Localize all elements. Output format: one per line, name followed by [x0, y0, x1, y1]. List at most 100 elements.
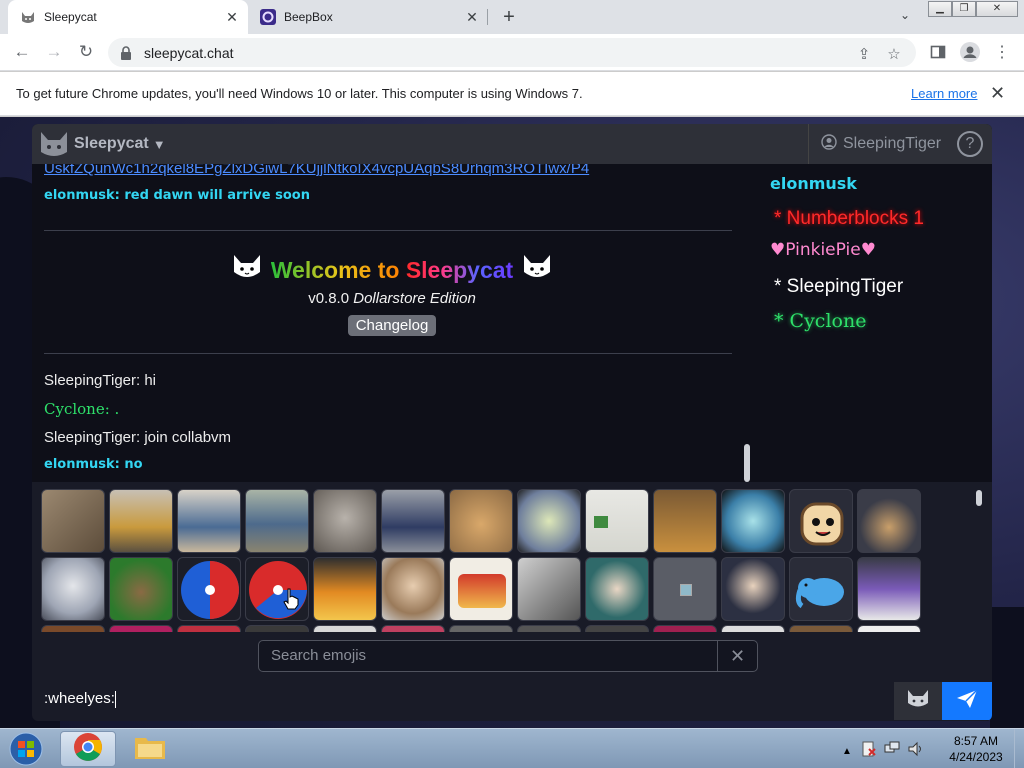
current-user[interactable]: SleepingTiger — [808, 124, 953, 164]
chat-link[interactable]: UskfZQunWc1h2qkel8EPgZlxDGiwL7KUjjlNtkoI… — [44, 164, 589, 177]
chat-scrollbar[interactable] — [744, 444, 750, 482]
share-icon[interactable]: ⇪ — [854, 44, 874, 64]
emoji-item[interactable] — [585, 557, 649, 621]
emoji-item[interactable] — [517, 489, 581, 553]
restore-icon[interactable]: ❐ — [952, 1, 976, 17]
tab-close-icon[interactable]: ✕ — [224, 9, 240, 25]
emoji-item[interactable] — [449, 625, 513, 632]
clock-date: 4/24/2023 — [949, 750, 1003, 764]
chat-message: SleepingTiger: join collabvm — [44, 429, 232, 446]
user-list-item[interactable]: * Cyclone — [774, 310, 866, 332]
emoji-item[interactable] — [381, 625, 445, 632]
emoji-item[interactable] — [41, 557, 105, 621]
emoji-scrollbar[interactable] — [976, 490, 982, 506]
tab-strip: Sleepycat ✕ BeepBox ✕ + ⌄ ▁ ❐ ✕ — [0, 0, 1024, 34]
emoji-item[interactable] — [517, 557, 581, 621]
minimize-icon[interactable]: ▁ — [928, 1, 952, 17]
tab-beepbox[interactable]: BeepBox ✕ — [252, 0, 488, 34]
learn-more-link[interactable]: Learn more — [911, 86, 977, 101]
emoji-item[interactable] — [449, 489, 513, 553]
tab-close-icon[interactable]: ✕ — [464, 9, 480, 25]
taskbar-explorer[interactable] — [122, 731, 178, 767]
emoji-item[interactable] — [381, 557, 445, 621]
message-user: elonmusk — [44, 188, 115, 203]
wheelyes-emoji[interactable] — [177, 557, 241, 621]
emoji-item[interactable] — [109, 625, 173, 632]
emoji-item[interactable] — [177, 625, 241, 632]
emoji-item[interactable] — [41, 489, 105, 553]
start-button[interactable] — [4, 729, 48, 768]
back-arrow-icon[interactable]: ← — [10, 40, 34, 64]
emoji-item[interactable] — [857, 557, 921, 621]
welcome-text: Welcome to Sleepycat — [270, 256, 514, 283]
user-list-item[interactable]: elonmusk — [770, 174, 857, 193]
emoji-item[interactable] — [109, 489, 173, 553]
system-tray: ▲ — [842, 741, 924, 762]
brand-menu[interactable]: Sleepycat ▼ — [38, 128, 166, 160]
emoji-item[interactable] — [109, 557, 173, 621]
emoji-item[interactable] — [585, 489, 649, 553]
version-edition: Dollarstore Edition — [353, 290, 476, 307]
welcome-title: Welcome to Sleepycat — [231, 252, 553, 288]
app-header: Sleepycat ▼ SleepingTiger ? — [32, 124, 992, 164]
tray-expand-icon[interactable]: ▲ — [842, 746, 852, 757]
help-icon[interactable]: ? — [957, 131, 983, 157]
emoji-item[interactable] — [653, 625, 717, 632]
forward-arrow-icon[interactable]: → — [42, 40, 66, 64]
reload-icon[interactable]: ↻ — [74, 40, 98, 64]
bookmark-star-icon[interactable]: ☆ — [884, 44, 904, 64]
emoji-item[interactable] — [177, 489, 241, 553]
version-line: v0.8.0 Dollarstore Edition — [32, 290, 752, 307]
emoji-item[interactable] — [313, 489, 377, 553]
emoji-item[interactable] — [857, 625, 921, 632]
emoji-item[interactable] — [585, 625, 649, 632]
user-circle-icon — [821, 133, 837, 155]
user-list-item[interactable]: * Numberblocks 1 — [774, 208, 924, 230]
close-window-icon[interactable]: ✕ — [976, 1, 1018, 17]
sleepycat-logo-icon — [38, 128, 70, 160]
broken-image-icon[interactable] — [653, 557, 717, 621]
chevron-down-icon[interactable]: ⌄ — [895, 8, 915, 26]
user-list-item[interactable]: * SleepingTiger — [774, 276, 903, 298]
emoji-item[interactable] — [313, 557, 377, 621]
action-center-icon[interactable] — [860, 741, 876, 762]
emoji-item[interactable] — [313, 625, 377, 632]
chrome-icon — [73, 732, 103, 767]
emoji-item[interactable] — [857, 489, 921, 553]
emoji-item[interactable] — [41, 625, 105, 632]
show-desktop-button[interactable] — [1014, 729, 1024, 768]
address-bar[interactable]: sleepycat.chat ⇪ ☆ — [108, 38, 916, 67]
volume-icon[interactable] — [908, 741, 924, 762]
emoji-item[interactable] — [653, 489, 717, 553]
menu-kebab-icon[interactable]: ⋮ — [990, 40, 1014, 64]
brand-name: Sleepycat — [74, 135, 149, 152]
emoji-item[interactable] — [721, 625, 785, 632]
profile-avatar-icon[interactable] — [958, 40, 982, 64]
emoji-item[interactable] — [721, 557, 785, 621]
clear-search-icon[interactable]: ✕ — [717, 641, 757, 671]
taskbar-clock[interactable]: 8:57 AM 4/24/2023 — [946, 733, 1006, 765]
background-silhouette — [990, 607, 1024, 728]
emoji-search-input[interactable]: Search emojis — [259, 641, 717, 671]
message-input[interactable]: :wheelyes: — [44, 690, 116, 708]
emoji-item[interactable] — [517, 625, 581, 632]
emoji-item[interactable] — [381, 489, 445, 553]
network-icon[interactable] — [884, 741, 900, 762]
emoji-item[interactable] — [245, 625, 309, 632]
side-panel-icon[interactable] — [926, 40, 950, 64]
emoji-item[interactable] — [789, 625, 853, 632]
toast-emoji[interactable] — [789, 489, 853, 553]
changelog-button[interactable]: Changelog — [347, 315, 437, 336]
user-list-item[interactable]: ♥PinkiePie♥ — [770, 240, 876, 260]
new-tab-icon[interactable]: + — [498, 6, 520, 28]
welcome-banner: Welcome to Sleepycat v0.8.0 Dollarstore … — [32, 252, 752, 336]
taskbar-chrome[interactable] — [60, 731, 116, 767]
emoji-picker-button[interactable] — [894, 682, 942, 720]
infobar-close-icon[interactable]: ✕ — [990, 83, 1005, 104]
emoji-item[interactable] — [245, 489, 309, 553]
emoji-item[interactable] — [721, 489, 785, 553]
emoji-item[interactable] — [449, 557, 513, 621]
elephant-emoji[interactable] — [789, 557, 853, 621]
tab-sleepycat[interactable]: Sleepycat ✕ — [8, 0, 248, 34]
send-button[interactable] — [942, 682, 992, 720]
